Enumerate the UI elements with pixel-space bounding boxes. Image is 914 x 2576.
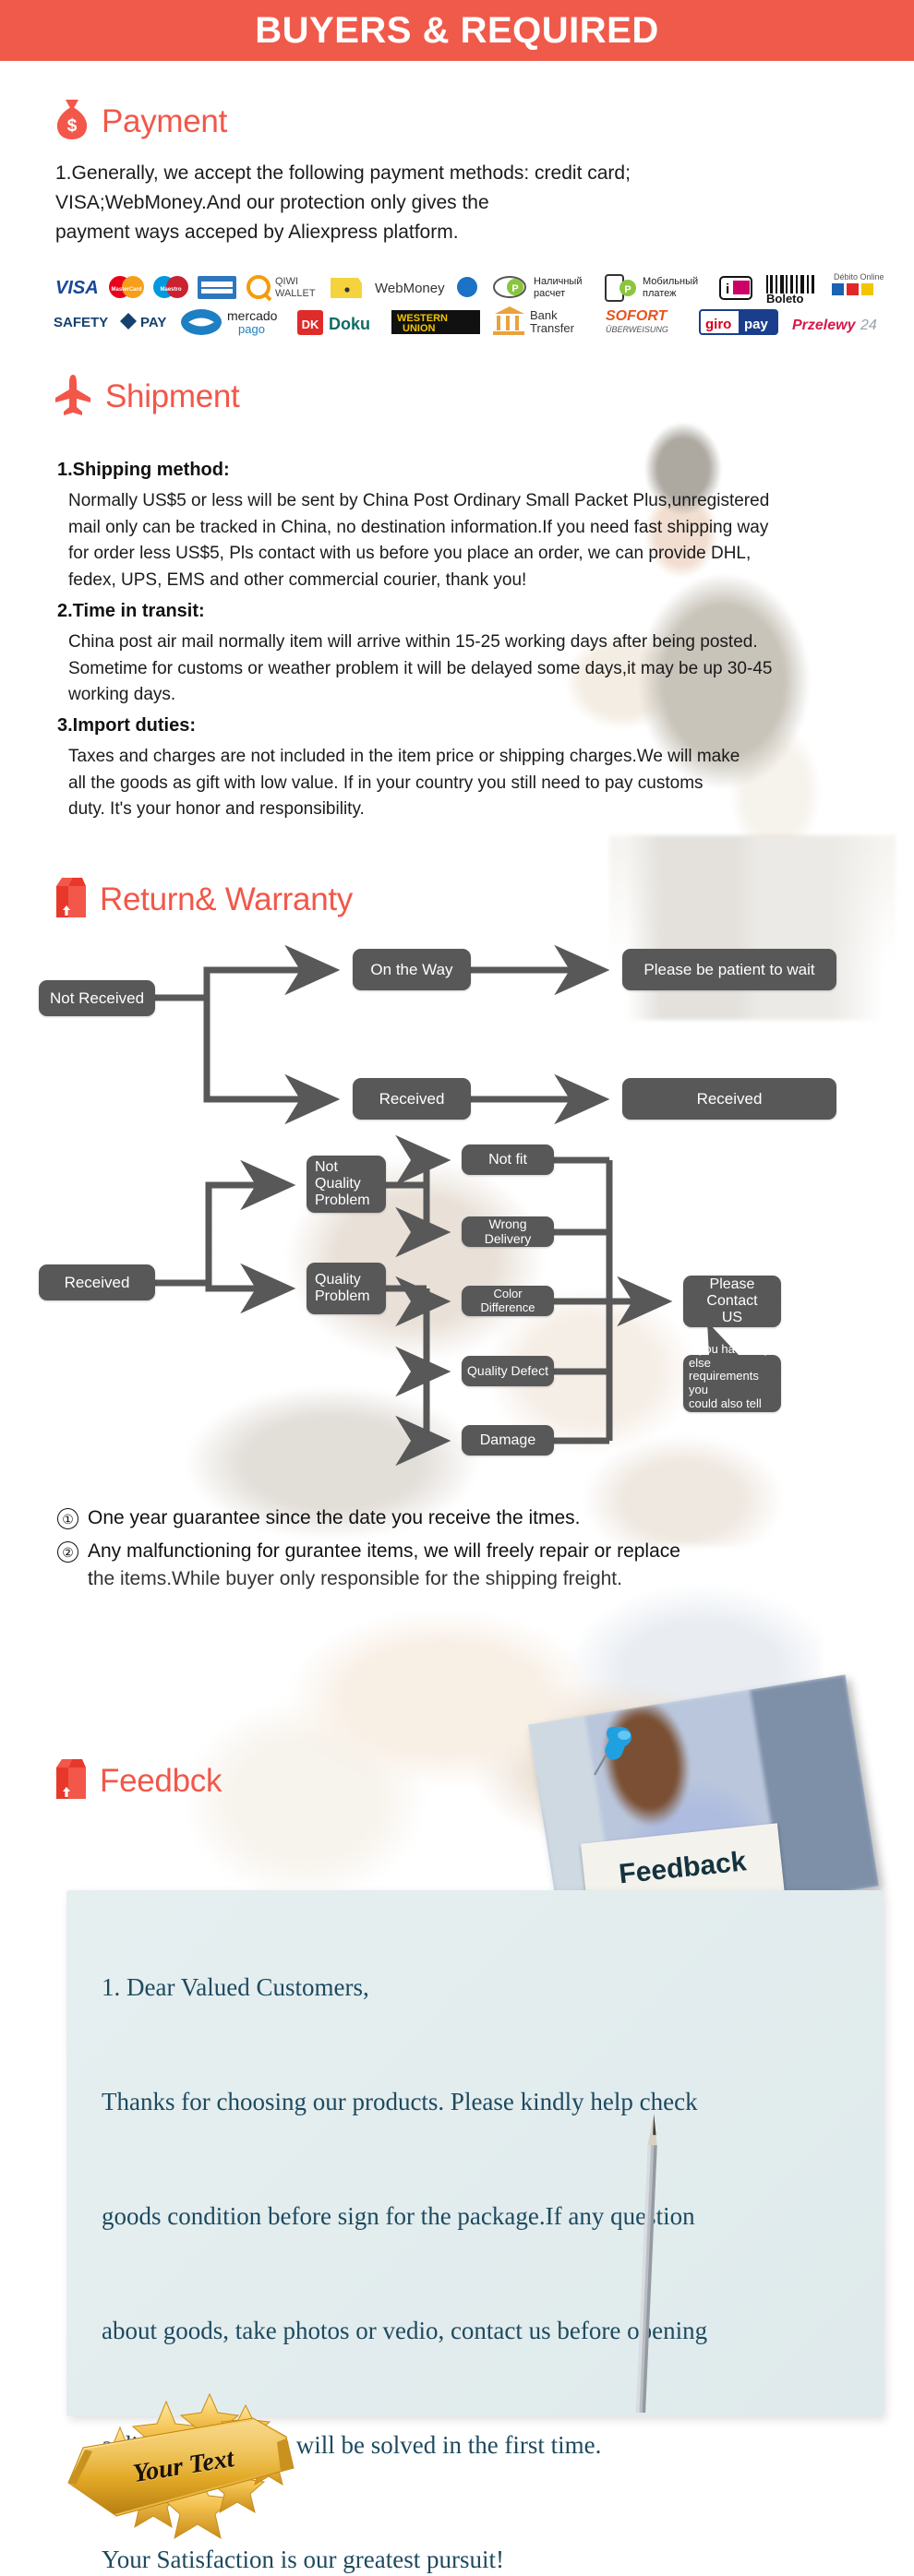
feedback-sign-label: Feedback [617, 1846, 748, 1890]
guarantee-list: ① One year guarantee since the date you … [57, 1504, 888, 1599]
feedback-heading: Feedbck [100, 1762, 222, 1799]
flow-node: Wrong Delivery [462, 1216, 554, 1247]
promo-page: BUYERS & REQUIRED $ Payment 1.Generally,… [0, 0, 914, 2576]
return-box-icon [54, 1758, 89, 1803]
list-item: ① One year guarantee since the date you … [57, 1504, 888, 1532]
guarantee-text-1: One year guarantee since the date you re… [88, 1507, 581, 1528]
guarantee-text-2: Any malfunctioning for gurantee items, w… [88, 1540, 680, 1589]
flow-node: On the Way [353, 949, 471, 990]
list-bullet-2: ② [57, 1541, 78, 1563]
flow-node: Color Difference [462, 1286, 554, 1316]
your-text-ribbon: Your Text [48, 2379, 325, 2546]
flow-node: Quality Problem [307, 1263, 386, 1314]
flow-node: Not Quality Problem [307, 1156, 386, 1213]
flow-node: If you have any else requirements you co… [683, 1343, 781, 1423]
feedback-section-header: Feedbck [54, 1758, 222, 1803]
flow-node: Received [39, 1264, 155, 1300]
flow-node: Please Contact US [683, 1276, 781, 1327]
pushpin-icon [594, 1726, 631, 1776]
flow-node: Quality Defect [462, 1356, 554, 1386]
flow-node: Received [622, 1078, 836, 1120]
flow-node: Not Received [39, 980, 155, 1016]
flow-node: Please be patient to wait [622, 949, 836, 990]
list-item: ② Any malfunctioning for gurantee items,… [57, 1538, 888, 1593]
flow-node: Not fit [462, 1144, 554, 1175]
ribbon-text-wrap: Your Text [48, 2379, 325, 2546]
flow-node: Damage [462, 1425, 554, 1456]
ribbon-label: Your Text [130, 2444, 236, 2489]
list-bullet-1: ① [57, 1508, 78, 1529]
flow-node: Received [353, 1078, 471, 1120]
